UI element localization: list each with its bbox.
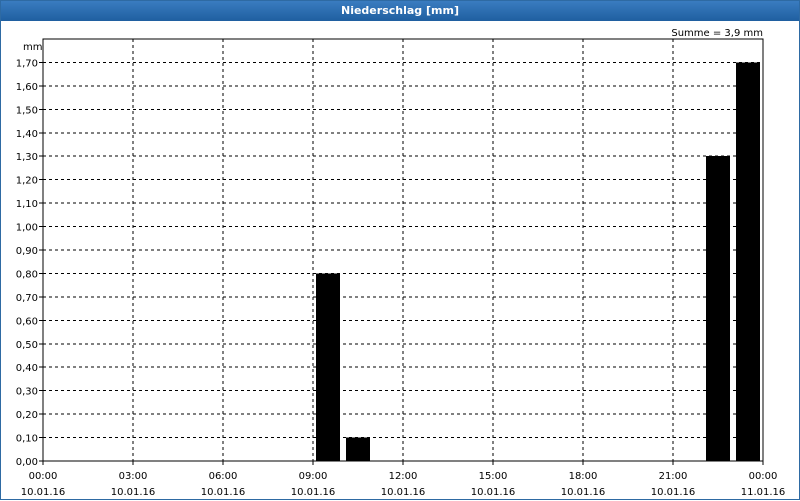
x-tick-time-label: 06:00 xyxy=(209,471,238,482)
y-tick-label: 0,50 xyxy=(16,340,38,351)
x-tick-time-label: 00:00 xyxy=(749,471,778,482)
x-tick-date-label: 10.01.16 xyxy=(471,487,516,498)
sum-label: Summe = 3,9 mm xyxy=(671,28,763,39)
y-tick-label: 0,80 xyxy=(16,269,38,280)
y-tick-label: 0,60 xyxy=(16,316,38,327)
y-tick-label: 1,50 xyxy=(16,105,38,116)
precipitation-chart: 0,00 0,10 0,20 0,30 0,40 0,50 0,60 0,70 0,80 0,90… xyxy=(16,28,786,498)
y-tick-label: 1,30 xyxy=(16,152,38,163)
y-tick-label: 1,60 xyxy=(16,82,38,93)
precipitation-bar xyxy=(706,156,730,461)
y-tick-label: 1,00 xyxy=(16,223,38,234)
precipitation-bar xyxy=(316,273,340,461)
x-tick-time-label: 21:00 xyxy=(659,471,688,482)
y-tick-label: 0,40 xyxy=(16,363,38,374)
x-tick-date-label: 10.01.16 xyxy=(111,487,156,498)
y-tick-label: 1,20 xyxy=(16,176,38,187)
x-tick-date-label: 10.01.16 xyxy=(21,487,66,498)
x-tick-date-label: 10.01.16 xyxy=(291,487,336,498)
y-tick-label: 0,00 xyxy=(16,457,38,468)
x-tick-date-label: 11.01.16 xyxy=(741,487,786,498)
precipitation-bar xyxy=(346,437,370,461)
x-tick-date-label: 10.01.16 xyxy=(381,487,426,498)
y-tick-label: 0,70 xyxy=(16,293,38,304)
y-tick-label: 0,30 xyxy=(16,387,38,398)
precipitation-bar xyxy=(736,62,760,461)
y-axis-unit-label: mm xyxy=(23,42,42,53)
x-tick-time-label: 15:00 xyxy=(479,471,508,482)
chart-window: Niederschlag [mm] 0,00 0,10 0,20 0,30 0,40 0,… xyxy=(0,0,800,500)
x-tick-date-label: 10.01.16 xyxy=(651,487,696,498)
y-tick-label: 1,10 xyxy=(16,199,38,210)
y-tick-label: 0,90 xyxy=(16,246,38,257)
x-tick-time-label: 18:00 xyxy=(569,471,598,482)
x-tick-date-label: 10.01.16 xyxy=(201,487,246,498)
y-tick-label: 1,40 xyxy=(16,129,38,140)
x-tick-time-label: 12:00 xyxy=(389,471,418,482)
x-tick-time-label: 00:00 xyxy=(29,471,58,482)
x-tick-time-label: 09:00 xyxy=(299,471,328,482)
y-tick-label: 0,10 xyxy=(16,434,38,445)
y-tick-label: 1,70 xyxy=(16,58,38,69)
x-tick-date-label: 10.01.16 xyxy=(561,487,606,498)
y-tick-label: 0,20 xyxy=(16,410,38,421)
x-tick-time-label: 03:00 xyxy=(119,471,148,482)
